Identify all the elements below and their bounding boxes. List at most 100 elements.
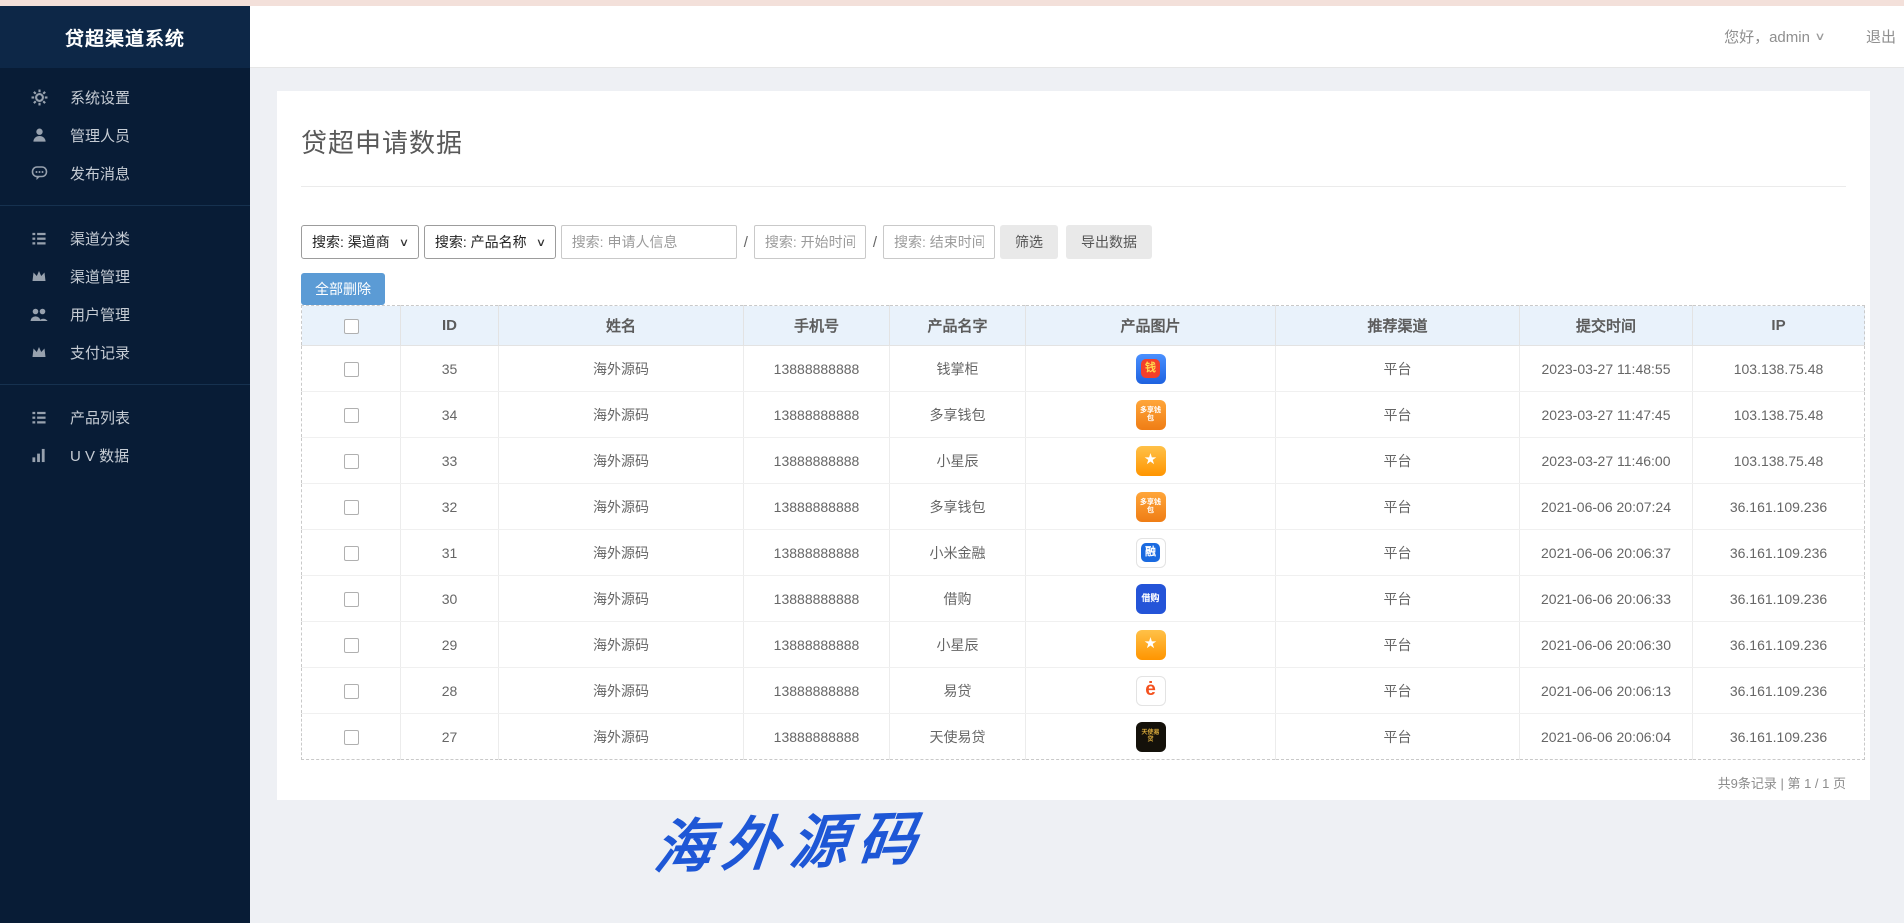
row-checkbox[interactable]: [344, 638, 359, 653]
column-header-2: 姓名: [499, 306, 744, 346]
row-checkbox-cell: [302, 622, 401, 668]
row-checkbox[interactable]: [344, 362, 359, 377]
column-header-3: 手机号: [744, 306, 890, 346]
cell-channel: 平台: [1276, 346, 1520, 392]
sidebar-item-3[interactable]: 发布消息: [0, 154, 250, 192]
row-checkbox[interactable]: [344, 730, 359, 745]
cell-phone: 13888888888: [744, 392, 890, 438]
table-row: 33海外源码13888888888小星辰★平台2023-03-27 11:46:…: [302, 438, 1865, 484]
cell-ip: 36.161.109.236: [1693, 576, 1865, 622]
column-header-8: IP: [1693, 306, 1865, 346]
sidebar-item-7[interactable]: 支付记录: [0, 333, 250, 371]
cell-channel: 平台: [1276, 530, 1520, 576]
column-header-4: 产品名字: [890, 306, 1026, 346]
chart-icon: [30, 447, 48, 463]
cell-product: 多享钱包: [890, 392, 1026, 438]
sidebar-item-label: 管理人员: [70, 125, 130, 146]
cell-id: 29: [401, 622, 499, 668]
cell-channel: 平台: [1276, 622, 1520, 668]
cell-phone: 13888888888: [744, 576, 890, 622]
cell-phone: 13888888888: [744, 622, 890, 668]
end-time-input[interactable]: [883, 225, 995, 259]
applicant-search-input[interactable]: [561, 225, 737, 259]
cell-id: 27: [401, 714, 499, 760]
sidebar-divider: [0, 205, 250, 206]
cell-phone: 13888888888: [744, 484, 890, 530]
cell-ip: 103.138.75.48: [1693, 392, 1865, 438]
applications-table: ID姓名手机号产品名字产品图片推荐渠道提交时间IP 35海外源码13888888…: [301, 305, 1865, 760]
sidebar-item-label: 支付记录: [70, 342, 130, 363]
chevron-down-icon: ∨: [399, 236, 409, 249]
delete-all-button[interactable]: 全部删除: [301, 273, 385, 305]
sidebar-item-label: 产品列表: [70, 407, 130, 428]
cell-name: 海外源码: [499, 622, 744, 668]
pagination-info: 共9条记录 | 第 1 / 1 页: [301, 773, 1846, 792]
channel-select[interactable]: 搜索: 渠道商 ∨: [301, 225, 419, 259]
cell-id: 33: [401, 438, 499, 484]
row-checkbox[interactable]: [344, 546, 359, 561]
sidebar-item-8[interactable]: 产品列表: [0, 398, 250, 436]
cell-product-image: 多享钱包: [1026, 392, 1276, 438]
cell-product-image: ★: [1026, 622, 1276, 668]
product-select[interactable]: 搜索: 产品名称 ∨: [424, 225, 556, 259]
greeting-text: 您好，admin: [1724, 26, 1810, 47]
row-checkbox-cell: [302, 438, 401, 484]
sidebar: 贷超渠道系统 系统设置管理人员发布消息渠道分类渠道管理用户管理支付记录产品列表U…: [0, 6, 250, 923]
start-time-input[interactable]: [754, 225, 866, 259]
sidebar-item-2[interactable]: 管理人员: [0, 116, 250, 154]
cell-product-image: 天使易贷: [1026, 714, 1276, 760]
select-all-checkbox[interactable]: [344, 319, 359, 334]
cell-ip: 36.161.109.236: [1693, 530, 1865, 576]
row-checkbox[interactable]: [344, 500, 359, 515]
user-menu[interactable]: 您好，admin ∨: [1724, 26, 1824, 47]
duoxiang-wallet-app-icon: 多享钱包: [1136, 400, 1166, 430]
sidebar-item-6[interactable]: 用户管理: [0, 295, 250, 333]
user-icon: [30, 127, 48, 143]
cell-name: 海外源码: [499, 714, 744, 760]
gear-icon: [30, 89, 48, 105]
sidebar-item-1[interactable]: 系统设置: [0, 78, 250, 116]
table-head: ID姓名手机号产品名字产品图片推荐渠道提交时间IP: [302, 306, 1865, 346]
row-checkbox[interactable]: [344, 454, 359, 469]
cell-time: 2023-03-27 11:46:00: [1520, 438, 1693, 484]
xiaoxingchen-app-icon: ★: [1136, 446, 1166, 476]
page-title: 贷超申请数据: [301, 123, 1846, 160]
table-row: 34海外源码13888888888多享钱包多享钱包平台2023-03-27 11…: [302, 392, 1865, 438]
row-checkbox-cell: [302, 530, 401, 576]
cell-product-image: 借购: [1026, 576, 1276, 622]
table-row: 29海外源码13888888888小星辰★平台2021-06-06 20:06:…: [302, 622, 1865, 668]
row-checkbox[interactable]: [344, 684, 359, 699]
sidebar-item-9[interactable]: U V 数据: [0, 436, 250, 474]
row-checkbox[interactable]: [344, 592, 359, 607]
sidebar-item-label: 发布消息: [70, 163, 130, 184]
table-row: 30海外源码13888888888借购借购平台2021-06-06 20:06:…: [302, 576, 1865, 622]
sidebar-item-4[interactable]: 渠道分类: [0, 219, 250, 257]
cell-product: 易贷: [890, 668, 1026, 714]
cell-phone: 13888888888: [744, 668, 890, 714]
table-row: 27海外源码13888888888天使易贷天使易贷平台2021-06-06 20…: [302, 714, 1865, 760]
duoxiang-wallet-app-icon: 多享钱包: [1136, 492, 1166, 522]
crown-icon: [30, 268, 48, 284]
cell-id: 31: [401, 530, 499, 576]
cell-id: 30: [401, 576, 499, 622]
cell-channel: 平台: [1276, 438, 1520, 484]
cell-ip: 36.161.109.236: [1693, 714, 1865, 760]
export-button[interactable]: 导出数据: [1066, 225, 1152, 259]
row-checkbox-cell: [302, 392, 401, 438]
xiaoxingchen-app-icon: ★: [1136, 630, 1166, 660]
row-checkbox[interactable]: [344, 408, 359, 423]
logout-link[interactable]: 退出: [1866, 26, 1896, 47]
chevron-down-icon: ∨: [535, 236, 545, 249]
date-separator: /: [744, 234, 748, 251]
sidebar-item-label: U V 数据: [70, 445, 129, 466]
watermark-text: 海外源码: [651, 791, 932, 885]
row-checkbox-cell: [302, 576, 401, 622]
cell-id: 35: [401, 346, 499, 392]
cell-time: 2021-06-06 20:06:30: [1520, 622, 1693, 668]
product-select-label: 搜索: 产品名称: [435, 232, 527, 252]
sidebar-item-5[interactable]: 渠道管理: [0, 257, 250, 295]
filter-button[interactable]: 筛选: [1000, 225, 1058, 259]
cell-product-image: 融: [1026, 530, 1276, 576]
cell-time: 2021-06-06 20:07:24: [1520, 484, 1693, 530]
cell-phone: 13888888888: [744, 438, 890, 484]
